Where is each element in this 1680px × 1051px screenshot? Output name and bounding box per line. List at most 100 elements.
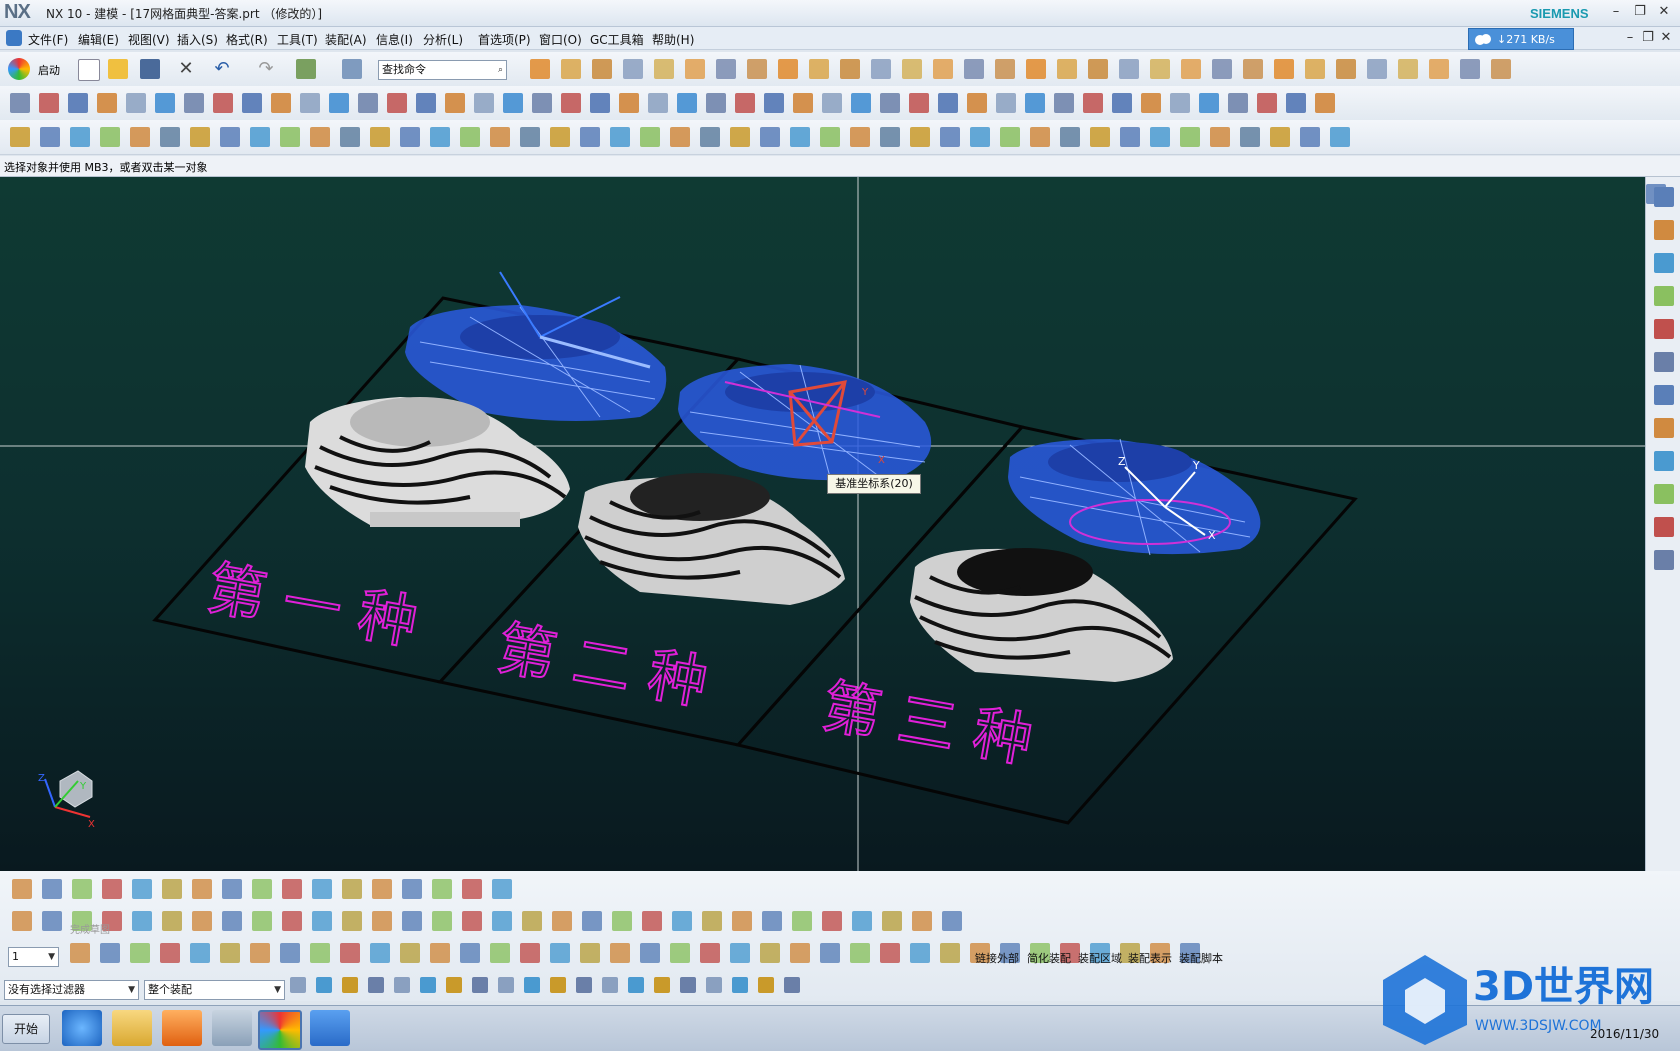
doc-close-button[interactable]: ✕ [1658, 30, 1674, 46]
subtract-icon[interactable] [778, 59, 798, 79]
snap-point-icon[interactable] [610, 127, 630, 147]
on-face-icon[interactable] [280, 127, 300, 147]
unite-icon[interactable] [1305, 59, 1325, 79]
layer-select[interactable]: 1 ▼ [8, 947, 59, 967]
move-component-icon[interactable] [162, 879, 182, 899]
datum-icon[interactable] [670, 943, 690, 963]
arc-icon[interactable] [648, 93, 668, 113]
body-icon[interactable] [220, 943, 240, 963]
on-curve-icon[interactable] [850, 127, 870, 147]
curve-icon[interactable] [820, 943, 840, 963]
mirror-icon[interactable] [432, 911, 452, 931]
fillet-icon[interactable] [732, 911, 752, 931]
arc-icon[interactable] [672, 911, 692, 931]
manufacturing-wizard-icon[interactable] [1654, 451, 1674, 471]
sequence-icon[interactable] [282, 879, 302, 899]
point-set-icon[interactable] [271, 93, 291, 113]
command-search-input[interactable]: 查找命令 ⌕ [378, 60, 507, 80]
pattern-icon[interactable] [402, 911, 422, 931]
nx-task-icon[interactable] [258, 1010, 302, 1050]
chamfer-icon[interactable] [222, 911, 242, 931]
mesh-surface-icon[interactable] [871, 59, 891, 79]
spline-icon[interactable] [793, 93, 813, 113]
process-studio-icon[interactable] [1654, 418, 1674, 438]
undo-icon[interactable]: ↶ [212, 59, 232, 79]
snap-midpoint-icon[interactable] [316, 977, 332, 993]
trim-icon[interactable] [462, 911, 482, 931]
shaded-icon[interactable] [1030, 127, 1050, 147]
baidu-cloud-icon[interactable] [310, 1010, 350, 1046]
circle-icon[interactable] [1315, 93, 1335, 113]
edit-object-icon[interactable] [296, 59, 316, 79]
dimension-icon[interactable] [520, 943, 540, 963]
isoparametric-icon[interactable] [1141, 93, 1161, 113]
unite-icon[interactable] [747, 59, 767, 79]
fillet-icon[interactable] [192, 911, 212, 931]
offset-face-icon[interactable] [1398, 59, 1418, 79]
reuse-library-icon[interactable] [1654, 286, 1674, 306]
datum-axis-icon[interactable] [970, 127, 990, 147]
rectangle-icon[interactable] [792, 911, 812, 931]
snap-endpoint-icon[interactable] [550, 977, 566, 993]
start-label[interactable]: 启动 [38, 62, 60, 78]
text-icon[interactable] [300, 93, 320, 113]
history-icon[interactable] [1654, 385, 1674, 405]
project-curve-icon[interactable] [938, 93, 958, 113]
reflection-icon[interactable] [1150, 127, 1170, 147]
snap-center-icon[interactable] [342, 977, 358, 993]
menu-edit[interactable]: 编辑(E) [78, 31, 119, 48]
menu-help[interactable]: 帮助(H) [652, 31, 694, 48]
control-point-icon[interactable] [1300, 127, 1320, 147]
snap-intersection-icon[interactable] [498, 977, 514, 993]
polygon-icon[interactable] [822, 911, 842, 931]
assembly-constraints-icon[interactable] [192, 879, 212, 899]
intersect-icon[interactable] [1367, 59, 1387, 79]
pattern-component-icon[interactable] [132, 879, 152, 899]
blend-icon[interactable] [1181, 59, 1201, 79]
model-scene[interactable]: Y X Y Z X 第 一 种 第 二 种 第 三 种 X Y Z [0, 177, 1645, 871]
constraint-icon[interactable] [522, 911, 542, 931]
studio-spline-icon[interactable] [242, 93, 262, 113]
redo-icon[interactable]: ↷ [256, 59, 276, 79]
offset-icon[interactable] [372, 911, 392, 931]
point-icon[interactable] [850, 943, 870, 963]
shaded-icon[interactable] [430, 127, 450, 147]
trim-body-icon[interactable] [1274, 59, 1294, 79]
wave-icon[interactable] [312, 879, 332, 899]
existing-point-icon[interactable] [220, 127, 240, 147]
sketch-icon[interactable] [12, 911, 32, 931]
wave-link-button[interactable]: 链接外部 [975, 950, 1019, 966]
menu-view[interactable]: 视图(V) [128, 31, 170, 48]
menu-analysis[interactable]: 分析(L) [423, 31, 463, 48]
extrude-icon[interactable] [1088, 59, 1108, 79]
workplane-icon[interactable] [460, 943, 480, 963]
intersection-icon[interactable] [130, 127, 150, 147]
trim-curve-icon[interactable] [474, 93, 494, 113]
add-component-icon[interactable] [12, 879, 32, 899]
edge-icon[interactable] [790, 943, 810, 963]
wcs-icon[interactable] [100, 943, 120, 963]
extrude-icon[interactable] [530, 59, 550, 79]
reflection-icon[interactable] [550, 127, 570, 147]
mirror-assembly-icon[interactable] [102, 879, 122, 899]
assembly-tree-icon[interactable] [402, 879, 422, 899]
network-speed-widget[interactable]: ↓271 KB/s [1468, 28, 1574, 50]
part-navigator-icon[interactable] [1654, 187, 1674, 207]
hd3d-tools-icon[interactable] [1654, 319, 1674, 339]
divide-curve-icon[interactable] [1083, 93, 1103, 113]
subtract-icon[interactable] [1336, 59, 1356, 79]
selection-icon[interactable] [130, 943, 150, 963]
polygon-icon[interactable] [126, 93, 146, 113]
feature-icon[interactable] [730, 943, 750, 963]
menu-gc-toolbox[interactable]: GC工具箱 [590, 31, 644, 48]
studio-spline-icon[interactable] [822, 93, 842, 113]
menu-preferences[interactable]: 首选项(P) [478, 31, 531, 48]
quadrant-icon[interactable] [790, 127, 810, 147]
pattern-component-icon[interactable] [492, 879, 512, 899]
law-extension-icon[interactable] [1057, 59, 1077, 79]
grid-icon[interactable] [430, 943, 450, 963]
point-icon[interactable] [342, 911, 362, 931]
pattern-icon[interactable] [942, 911, 962, 931]
save-icon[interactable] [140, 59, 160, 79]
menu-insert[interactable]: 插入(S) [177, 31, 218, 48]
